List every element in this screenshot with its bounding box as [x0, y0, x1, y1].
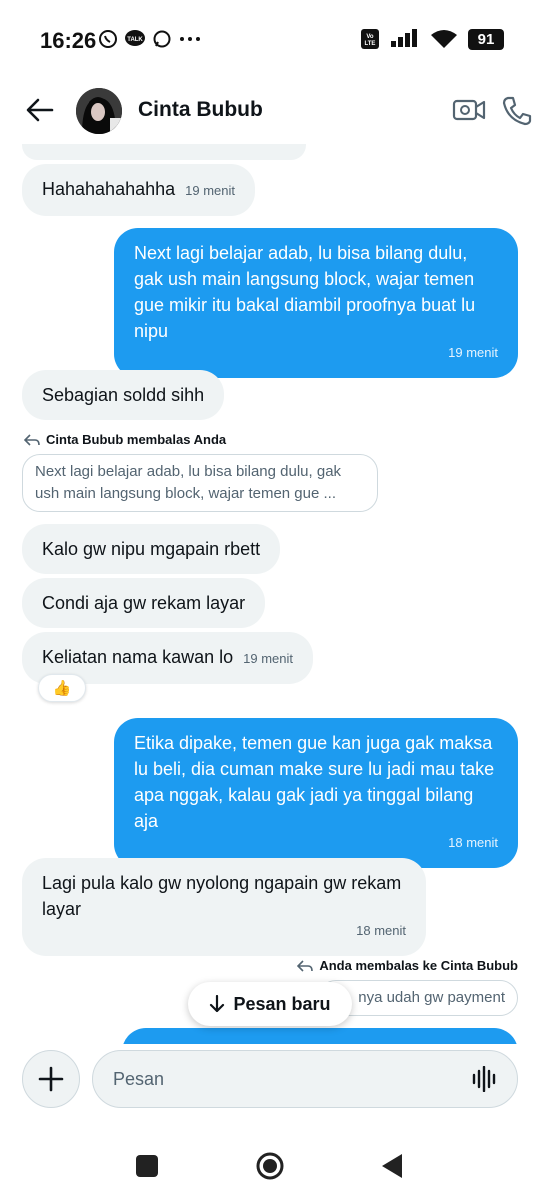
arrow-left-icon	[26, 98, 54, 122]
svg-text:LTE: LTE	[365, 41, 376, 47]
message-text: Hahahahahahha	[42, 179, 176, 199]
status-time: 16:26	[40, 28, 97, 53]
notification-icons: TALK	[98, 29, 202, 49]
message-time: 19 menit	[185, 183, 236, 198]
triangle-back-icon	[382, 1154, 402, 1178]
message-text: Kalo gw nipu mgapain rbett	[42, 539, 261, 559]
system-nav-bar	[0, 1130, 540, 1199]
status-bar: 16:26 TALK Vo LTE 91	[0, 0, 540, 80]
message-bubble-outgoing-partial[interactable]	[122, 1028, 518, 1044]
battery-indicator: 91	[468, 28, 504, 50]
message-bubble-outgoing[interactable]: Next lagi belajar adab, lu bisa bilang d…	[114, 228, 518, 378]
recents-button[interactable]	[136, 1155, 158, 1177]
system-back-button[interactable]	[380, 1152, 404, 1180]
reply-label-name: Cinta Bubub	[440, 958, 518, 973]
reply-label-suffix: membalas Anda	[126, 432, 227, 447]
reply-arrow-icon	[24, 433, 40, 446]
message-bubble-incoming[interactable]: Hahahahahahha 19 menit	[22, 164, 256, 216]
message-text: Lagi pula kalo gw nyolong ngapain gw rek…	[42, 873, 402, 919]
quoted-message[interactable]: Next lagi belajar adab, lu bisa bilang d…	[22, 454, 378, 512]
home-button[interactable]	[256, 1152, 284, 1180]
wifi-icon	[430, 29, 458, 49]
video-camera-icon	[452, 99, 486, 121]
message-text: Etika dipake, temen gue kan juga gak mak…	[134, 733, 495, 831]
message-text: Keliatan nama kawan lo	[42, 647, 234, 667]
talk-icon: TALK	[124, 29, 146, 49]
signal-icon	[390, 29, 420, 49]
status-right: Vo LTE 91	[360, 28, 504, 50]
reply-label-prefix: Anda membalas ke	[319, 958, 438, 973]
plus-icon	[38, 1066, 64, 1092]
reply-label-name: Cinta Bubub	[46, 432, 124, 447]
reply-arrow-icon	[297, 959, 314, 972]
waveform-icon	[472, 1065, 496, 1093]
message-time: 19 menit	[448, 345, 498, 360]
arrow-down-icon	[210, 995, 225, 1013]
message-bubble-partial	[22, 144, 306, 160]
more-notifications-icon	[178, 29, 202, 49]
volte-icon: Vo LTE	[360, 28, 380, 50]
new-message-label: Pesan baru	[233, 993, 331, 1014]
svg-text:Vo: Vo	[366, 34, 374, 40]
message-time: 19 menit	[243, 651, 293, 666]
phone-icon	[502, 96, 532, 126]
home-circle-icon	[256, 1152, 284, 1180]
new-message-button[interactable]: Pesan baru	[188, 982, 352, 1026]
message-input[interactable]	[92, 1050, 518, 1108]
back-button[interactable]	[24, 94, 56, 126]
reaction-badge[interactable]: 👍	[38, 674, 86, 702]
chat-bubble-icon	[152, 29, 172, 49]
message-time: 18 menit	[448, 835, 498, 850]
reply-label: Anda membalas ke Cinta Bubub	[297, 958, 518, 973]
add-attachment-button[interactable]	[22, 1050, 80, 1108]
message-bubble-incoming[interactable]: Lagi pula kalo gw nyolong ngapain gw rek…	[22, 858, 426, 956]
whatsapp-icon	[98, 29, 118, 49]
message-bubble-incoming[interactable]: Condi aja gw rekam layar	[22, 578, 266, 628]
message-bubble-incoming[interactable]: Kalo gw nipu mgapain rbett	[22, 524, 281, 574]
avatar[interactable]	[76, 88, 122, 134]
message-text: Sebagian soldd sihh	[42, 385, 205, 405]
voice-call-button[interactable]	[502, 94, 532, 126]
contact-name[interactable]: Cinta Bubub	[138, 98, 263, 122]
message-time: 18 menit	[356, 923, 406, 938]
svg-text:TALK: TALK	[127, 37, 143, 43]
chat-header: Cinta Bubub	[0, 80, 540, 144]
thumbs-up-icon: 👍	[52, 680, 72, 697]
message-text: Next lagi belajar adab, lu bisa bilang d…	[134, 243, 476, 341]
message-list[interactable]: Hahahahahahha 19 menit Next lagi belajar …	[0, 144, 540, 1044]
composer	[0, 1044, 540, 1124]
message-text: Condi aja gw rekam layar	[42, 593, 246, 613]
video-call-button[interactable]	[452, 94, 486, 126]
reply-label: Cinta Bubub membalas Anda	[24, 432, 226, 447]
voice-message-button[interactable]	[470, 1065, 500, 1093]
message-bubble-outgoing[interactable]: Etika dipake, temen gue kan juga gak mak…	[114, 718, 518, 868]
message-bubble-incoming[interactable]: Sebagian soldd sihh	[22, 370, 225, 420]
